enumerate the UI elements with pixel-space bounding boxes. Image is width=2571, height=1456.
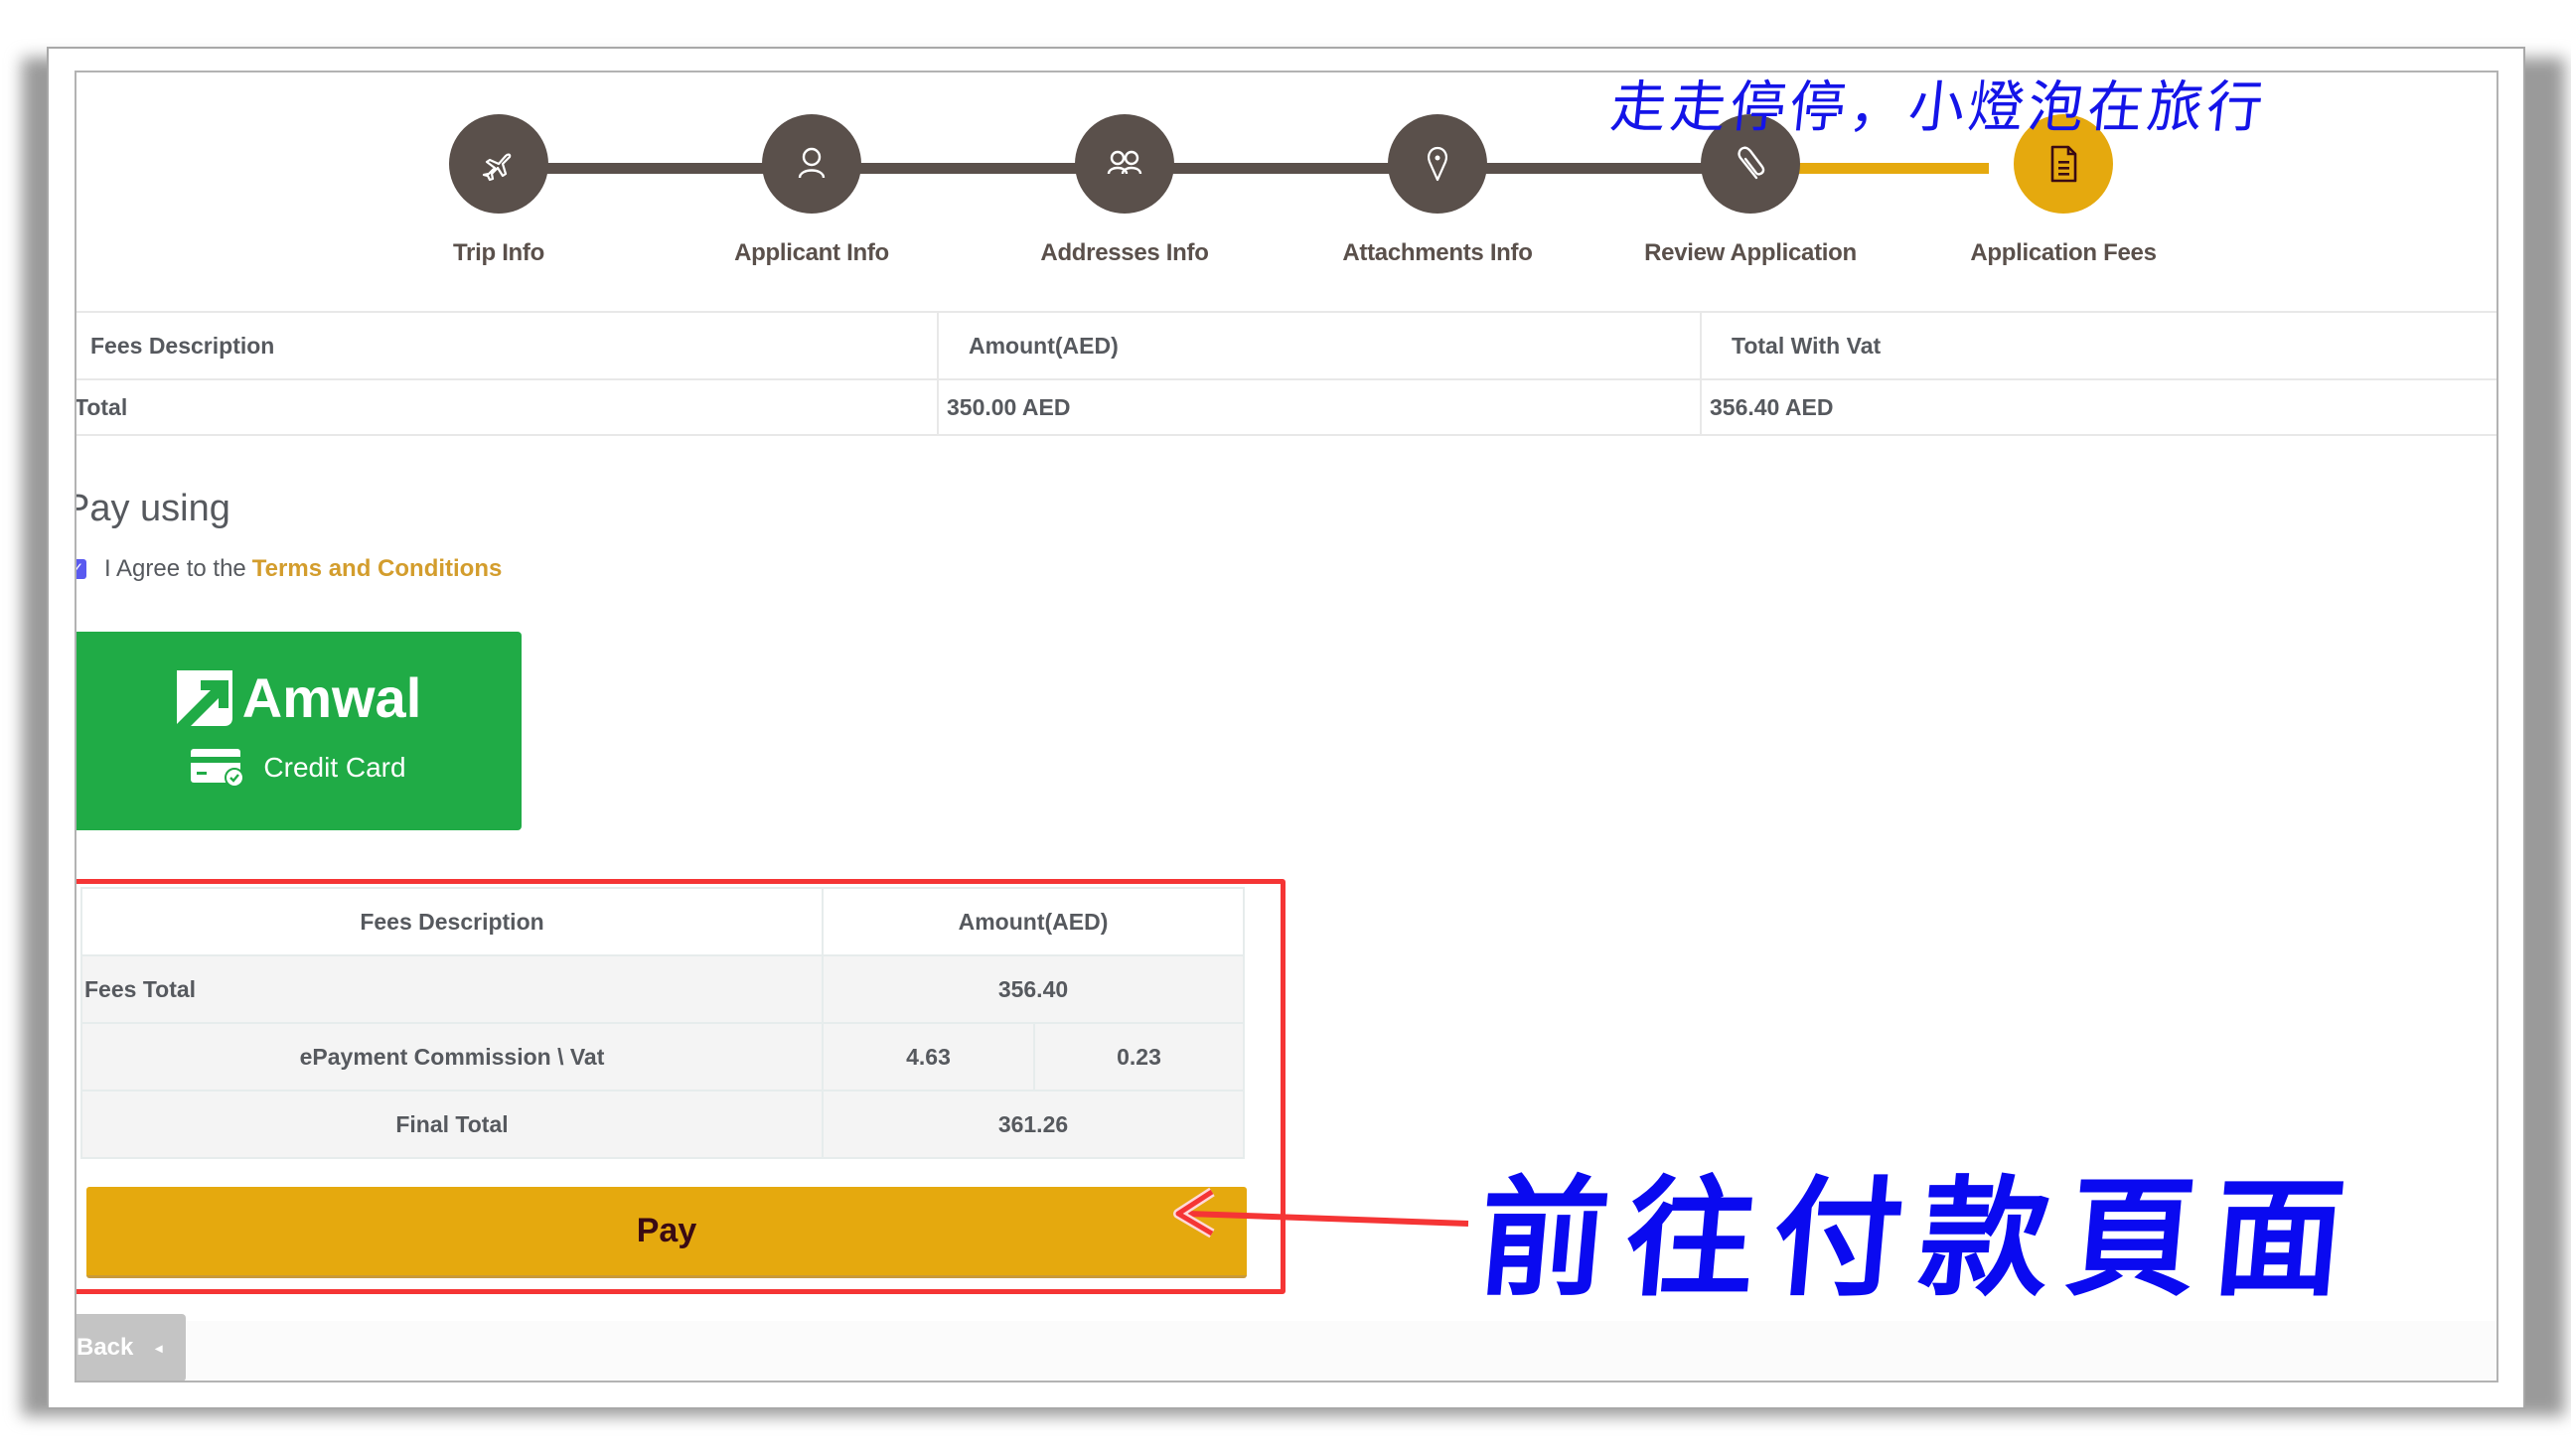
user-icon <box>798 147 826 179</box>
step-label: Applicant Info <box>734 239 889 266</box>
step-circle <box>762 114 861 214</box>
header-total-with-vat: Total With Vat <box>1700 311 2496 380</box>
back-label: Back <box>76 1334 134 1361</box>
amwal-credit-card-option[interactable]: Amwal Credit Card <box>76 632 522 830</box>
step-circle <box>1388 114 1487 214</box>
step-label: Review Application <box>1644 239 1857 266</box>
airplane-icon <box>482 153 512 182</box>
credit-card-label: Credit Card <box>263 752 406 783</box>
pay-using-heading: Pay using <box>75 488 230 529</box>
credit-card-row: Credit Card <box>190 748 406 788</box>
annotation-arrow <box>1173 1187 1469 1238</box>
arrow-shaft <box>1187 1211 1469 1227</box>
table-row: Total 350.00 AED 356.40 AED <box>76 378 2496 436</box>
fees-table-header: Fees Description Amount(AED) Total With … <box>76 311 2496 380</box>
fees-table: Fees Description Amount(AED) Total With … <box>76 311 2496 436</box>
step-trip-info[interactable]: Trip Info <box>350 114 648 267</box>
step-label: Trip Info <box>453 239 544 266</box>
highlight-box <box>76 879 1286 1294</box>
step-addresses-info[interactable]: Addresses Info <box>976 114 1274 267</box>
back-button[interactable]: Back ◂ <box>76 1314 186 1381</box>
step-circle <box>449 114 548 214</box>
header-fees-description: Fees Description <box>76 311 939 380</box>
step-applicant-info[interactable]: Applicant Info <box>663 114 961 267</box>
document-icon <box>2050 145 2077 183</box>
amwal-logo-icon <box>176 669 232 726</box>
step-label: Attachments Info <box>1342 239 1533 266</box>
users-icon <box>1107 150 1142 175</box>
amwal-logo: Amwal <box>175 665 422 730</box>
amwal-name: Amwal <box>241 666 422 729</box>
cell-description: Total <box>76 378 939 436</box>
step-circle <box>1075 114 1174 214</box>
credit-card-icon <box>191 749 245 788</box>
go-to-payment-annotation: 前往付款頁面 <box>1472 1163 2368 1314</box>
step-label: Addresses Info <box>1040 239 1209 266</box>
agree-text: I Agree to the <box>104 555 246 582</box>
cell-total-with-vat: 356.40 AED <box>1700 378 2496 436</box>
caret-left-icon: ◂ <box>155 1339 163 1356</box>
header-amount: Amount(AED) <box>937 311 1702 380</box>
cell-amount: 350.00 AED <box>937 378 1702 436</box>
watermark-annotation: 走走停停，小燈泡在旅行 <box>1607 75 2270 140</box>
footer-tint <box>76 1321 2496 1381</box>
paperclip-icon <box>1738 146 1765 180</box>
step-label: Application Fees <box>1970 239 2157 266</box>
terms-agreement: ✓ I Agree to the Terms and Conditions <box>76 555 503 583</box>
map-pin-icon <box>1428 146 1447 182</box>
step-attachments-info[interactable]: Attachments Info <box>1288 114 1587 267</box>
agree-checkbox[interactable]: ✓ <box>76 559 86 579</box>
terms-and-conditions-link[interactable]: Terms and Conditions <box>252 555 503 583</box>
